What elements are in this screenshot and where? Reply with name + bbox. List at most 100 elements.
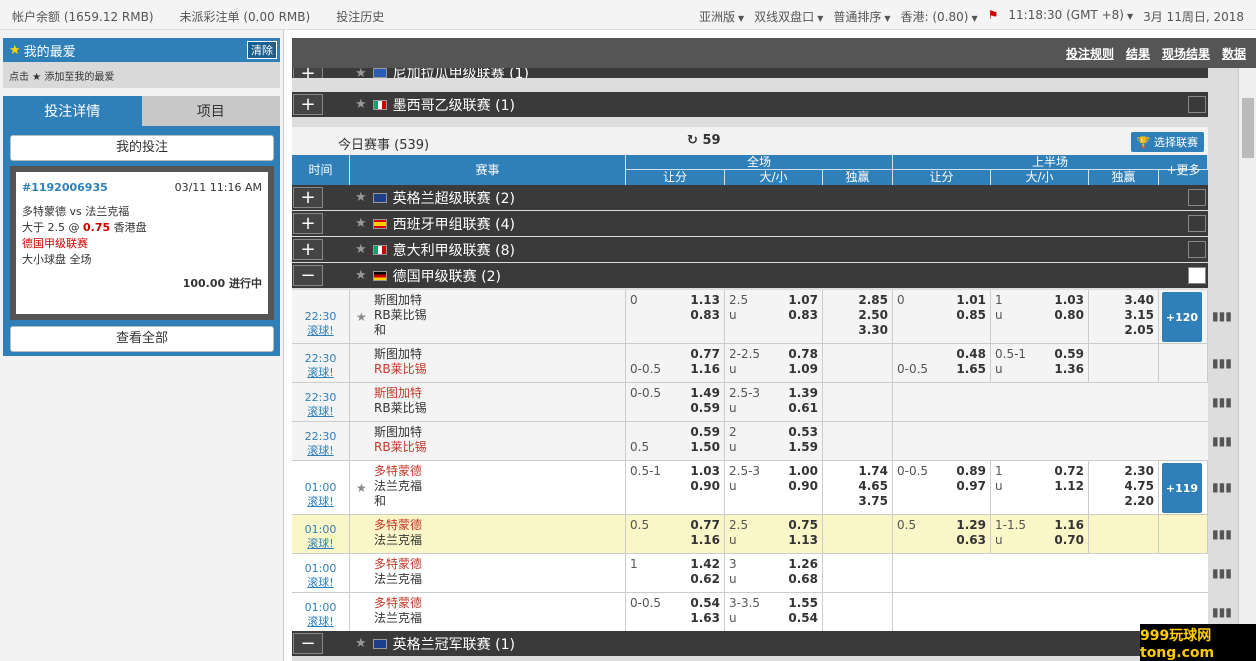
ou-cell[interactable]: 3-3.5 u 1.55 0.54 <box>725 593 823 631</box>
odds[interactable]: 1.16 <box>690 362 720 376</box>
ou-cell[interactable]: 2.5-3 u 1.00 0.90 <box>725 461 823 514</box>
odds[interactable]: 1.03 <box>690 464 720 478</box>
hdp-cell[interactable]: 0.5 0.59 1.50 <box>626 422 725 460</box>
odds[interactable]: 1.07 <box>788 293 818 307</box>
link-stats[interactable]: 数据 <box>1222 45 1246 62</box>
sort-select[interactable]: 普通排序 ▼ <box>833 8 890 25</box>
half-hdp-cell[interactable]: 0-0.5 0.89 0.97 <box>893 461 991 514</box>
league-row[interactable]: − ★ 德国甲级联赛 (2) <box>292 263 1208 288</box>
odds[interactable]: 1.26 <box>788 557 818 571</box>
ou-cell[interactable]: 3 u 1.26 0.68 <box>725 554 823 592</box>
live-link[interactable]: 滚球! <box>292 495 349 509</box>
odds[interactable]: 1.50 <box>690 440 720 454</box>
live-link[interactable]: 滚球! <box>292 615 349 629</box>
live-link[interactable]: 滚球! <box>292 444 349 458</box>
hdp-cell[interactable]: 0.5-1 1.03 0.90 <box>626 461 725 514</box>
live-link[interactable]: 滚球! <box>292 366 349 380</box>
x12-cell[interactable]: 1.74 4.65 3.75 <box>823 461 893 514</box>
stats-icon[interactable]: ▮▮▮ <box>1212 395 1232 409</box>
see-all-button[interactable]: 查看全部 <box>10 326 274 352</box>
league-row[interactable]: + ★ 尼加拉瓜甲级联赛 (1) <box>292 68 1208 78</box>
odds[interactable]: 1.09 <box>788 362 818 376</box>
half-hdp-cell[interactable] <box>893 383 991 421</box>
x12-cell[interactable] <box>823 344 893 382</box>
select-league-button[interactable]: 🏆 选择联赛 <box>1130 132 1204 152</box>
odds[interactable]: 1.13 <box>690 293 720 307</box>
odds[interactable]: 1.13 <box>788 533 818 547</box>
league-row[interactable]: + ★ 意大利甲级联赛 (8) <box>292 237 1208 262</box>
odds[interactable]: 0.90 <box>690 479 720 493</box>
star-icon[interactable]: ★ <box>355 68 367 78</box>
half-ou-cell[interactable]: 1 u 1.03 0.80 <box>991 290 1089 343</box>
odds[interactable]: 1.16 <box>690 533 720 547</box>
scrollbar[interactable] <box>1238 68 1256 661</box>
tab-bet-detail[interactable]: 投注详情 <box>3 96 142 126</box>
odds[interactable]: 0.59 <box>690 401 720 415</box>
refresh-counter[interactable]: ↻ 59 <box>687 133 721 148</box>
more-markets-button[interactable]: +120 <box>1162 292 1202 342</box>
expand-button[interactable]: + <box>293 68 323 78</box>
hdp-cell[interactable]: 1 1.42 0.62 <box>626 554 725 592</box>
odds[interactable]: 1.59 <box>788 440 818 454</box>
star-icon[interactable]: ★ <box>356 481 367 495</box>
half-hdp-cell[interactable] <box>893 554 991 592</box>
league-row[interactable]: + ★ 墨西哥乙级联赛 (1) <box>292 92 1208 117</box>
line-select[interactable]: 双线双盘口 ▼ <box>754 8 823 25</box>
live-link[interactable]: 滚球! <box>292 405 349 419</box>
odds[interactable]: 0.61 <box>788 401 818 415</box>
link-live-results[interactable]: 现场结果 <box>1162 45 1210 62</box>
x12-cell[interactable] <box>823 515 893 553</box>
live-link[interactable]: 滚球! <box>292 537 349 551</box>
stats-icon[interactable]: ▮▮▮ <box>1212 566 1232 580</box>
half-hdp-cell[interactable] <box>893 593 991 631</box>
half-x12-cell[interactable] <box>1089 515 1159 553</box>
half-hdp-cell[interactable]: 0.5 1.29 0.63 <box>893 515 991 553</box>
half-hdp-cell[interactable]: 0 1.01 0.85 <box>893 290 991 343</box>
stats-icon[interactable]: ▮▮▮ <box>1212 356 1232 370</box>
half-x12-cell[interactable]: 2.30 4.75 2.20 <box>1089 461 1159 514</box>
stats-icon[interactable]: ▮▮▮ <box>1212 309 1232 323</box>
x12-cell[interactable] <box>823 593 893 631</box>
stats-icon[interactable]: ▮▮▮ <box>1212 434 1232 448</box>
ou-cell[interactable]: 2.5-3 u 1.39 0.61 <box>725 383 823 421</box>
half-ou-cell[interactable]: 1-1.5 u 1.16 0.70 <box>991 515 1089 553</box>
half-ou-cell[interactable]: 1 u 0.72 1.12 <box>991 461 1089 514</box>
hdp-cell[interactable]: 0 1.13 0.83 <box>626 290 725 343</box>
bet-history-link[interactable]: 投注历史 <box>336 8 384 25</box>
tab-items[interactable]: 项目 <box>141 96 280 126</box>
odds[interactable]: 0.54 <box>788 611 818 625</box>
league-row[interactable]: + ★ 西班牙甲组联赛 (4) <box>292 211 1208 236</box>
league-checkbox[interactable] <box>1188 96 1206 113</box>
half-x12-cell[interactable] <box>1089 344 1159 382</box>
stats-icon[interactable]: ▮▮▮ <box>1212 605 1232 619</box>
odds-select[interactable]: 香港: (0.80) ▼ <box>901 8 978 25</box>
ou-cell[interactable]: 2.5 u 1.07 0.83 <box>725 290 823 343</box>
live-link[interactable]: 滚球! <box>292 576 349 590</box>
version-select[interactable]: 亚洲版 ▼ <box>699 8 744 25</box>
league-row[interactable]: + ★ 英格兰超级联赛 (2) <box>292 185 1208 210</box>
odds[interactable]: 0.54 <box>690 596 720 610</box>
odds[interactable]: 0.53 <box>788 425 818 439</box>
x12-cell[interactable] <box>823 422 893 460</box>
stats-icon[interactable]: ▮▮▮ <box>1212 527 1232 541</box>
half-ou-cell[interactable]: 0.5-1 u 0.59 1.36 <box>991 344 1089 382</box>
odds[interactable]: 0.62 <box>690 572 720 586</box>
more-markets-button[interactable]: +119 <box>1162 463 1202 513</box>
odds[interactable]: 0.77 <box>690 347 720 361</box>
odds[interactable]: 0.83 <box>788 308 818 322</box>
star-icon[interactable]: ★ <box>355 97 367 112</box>
clear-button[interactable]: 清除 <box>247 41 277 59</box>
ou-cell[interactable]: 2 u 0.53 1.59 <box>725 422 823 460</box>
odds[interactable]: 0.77 <box>690 518 720 532</box>
hdp-cell[interactable]: 0-0.5 1.49 0.59 <box>626 383 725 421</box>
odds[interactable]: 0.75 <box>788 518 818 532</box>
scroll-thumb[interactable] <box>1242 98 1254 158</box>
odds[interactable]: 1.42 <box>690 557 720 571</box>
link-results[interactable]: 结果 <box>1126 45 1150 62</box>
odds[interactable]: 1.55 <box>788 596 818 610</box>
link-rules[interactable]: 投注规则 <box>1066 45 1114 62</box>
odds[interactable]: 0.78 <box>788 347 818 361</box>
ou-cell[interactable]: 2-2.5 u 0.78 1.09 <box>725 344 823 382</box>
odds[interactable]: 0.59 <box>690 425 720 439</box>
ou-cell[interactable]: 2.5 u 0.75 1.13 <box>725 515 823 553</box>
